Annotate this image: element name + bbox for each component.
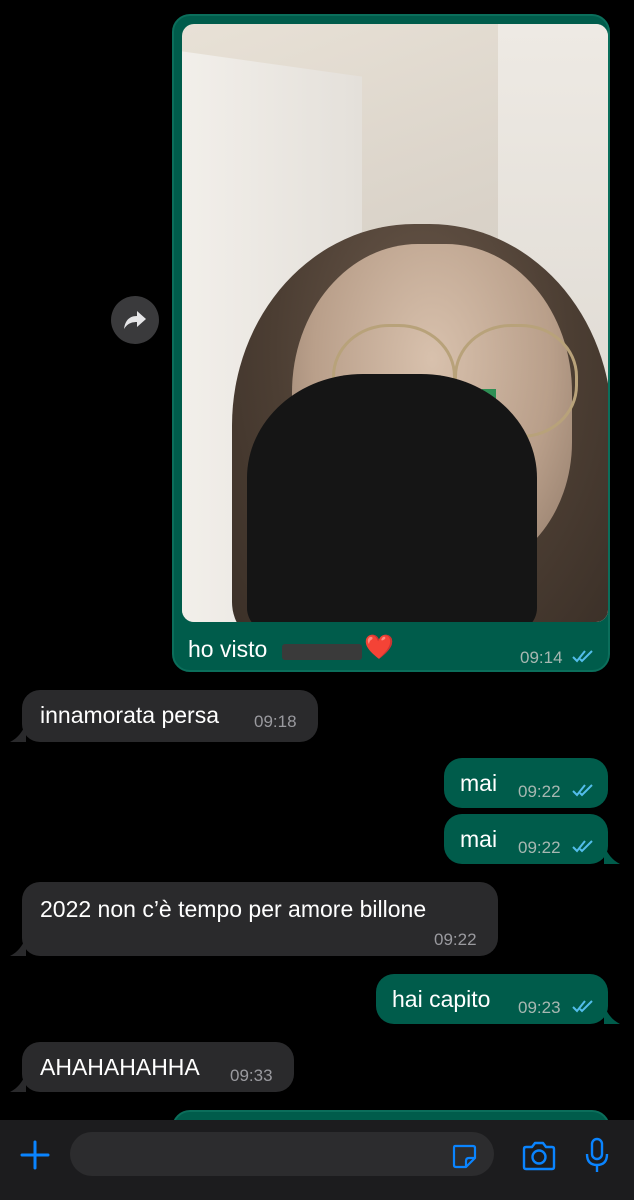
read-ticks-icon — [572, 1000, 593, 1013]
microphone-icon — [585, 1137, 609, 1172]
message-time: 09:33 — [230, 1066, 273, 1085]
outgoing-message[interactable]: mai 09:22 — [444, 758, 608, 808]
camera-button[interactable] — [518, 1136, 560, 1176]
bubble-tail — [10, 938, 26, 956]
read-ticks-icon — [572, 784, 593, 797]
sticker-icon — [452, 1144, 477, 1169]
message-text: AHAHAHAHHA — [40, 1054, 200, 1080]
camera-icon — [522, 1141, 556, 1171]
plus-icon — [20, 1140, 50, 1170]
outgoing-message[interactable]: hai capito 09:23 — [376, 974, 608, 1024]
incoming-message[interactable]: innamorata persa 09:18 — [22, 690, 318, 742]
bubble-tail — [604, 846, 620, 864]
outgoing-message[interactable]: mai 09:22 — [444, 814, 608, 864]
share-arrow-icon — [124, 311, 146, 329]
heart-emoji: ❤️ — [364, 634, 394, 661]
message-time: 09:22 — [434, 930, 477, 949]
message-text: innamorata persa — [40, 702, 219, 728]
read-ticks-icon — [572, 840, 593, 853]
bubble-tail — [604, 1006, 620, 1024]
redaction-box — [282, 644, 362, 660]
message-time: 09:14 — [520, 648, 563, 667]
message-time: 09:22 — [518, 782, 561, 801]
microphone-button[interactable] — [580, 1134, 614, 1178]
message-input[interactable] — [70, 1132, 494, 1176]
message-time: 09:23 — [518, 998, 561, 1017]
message-time: 09:22 — [518, 838, 561, 857]
message-text: 2022 non c’è tempo per amore billone — [40, 896, 427, 922]
forward-button[interactable] — [111, 296, 159, 344]
read-ticks-icon — [572, 650, 593, 663]
add-button[interactable] — [16, 1136, 54, 1174]
sticker-button[interactable] — [448, 1140, 480, 1172]
photo-mask — [247, 374, 537, 622]
message-text: mai — [460, 770, 498, 796]
outgoing-image-message[interactable]: ho visto ❤️ 09:14 — [172, 14, 610, 672]
bubble-tail — [10, 724, 26, 742]
shared-photo[interactable] — [182, 24, 608, 622]
message-text: mai — [460, 826, 498, 852]
bubble-tail — [10, 1074, 26, 1092]
message-text: hai capito — [392, 986, 491, 1012]
image-caption: ho visto — [188, 636, 268, 662]
message-time: 09:18 — [254, 712, 297, 731]
incoming-message[interactable]: 2022 non c’è tempo per amore billone 09:… — [22, 882, 498, 956]
incoming-message[interactable]: AHAHAHAHHA 09:33 — [22, 1042, 294, 1092]
